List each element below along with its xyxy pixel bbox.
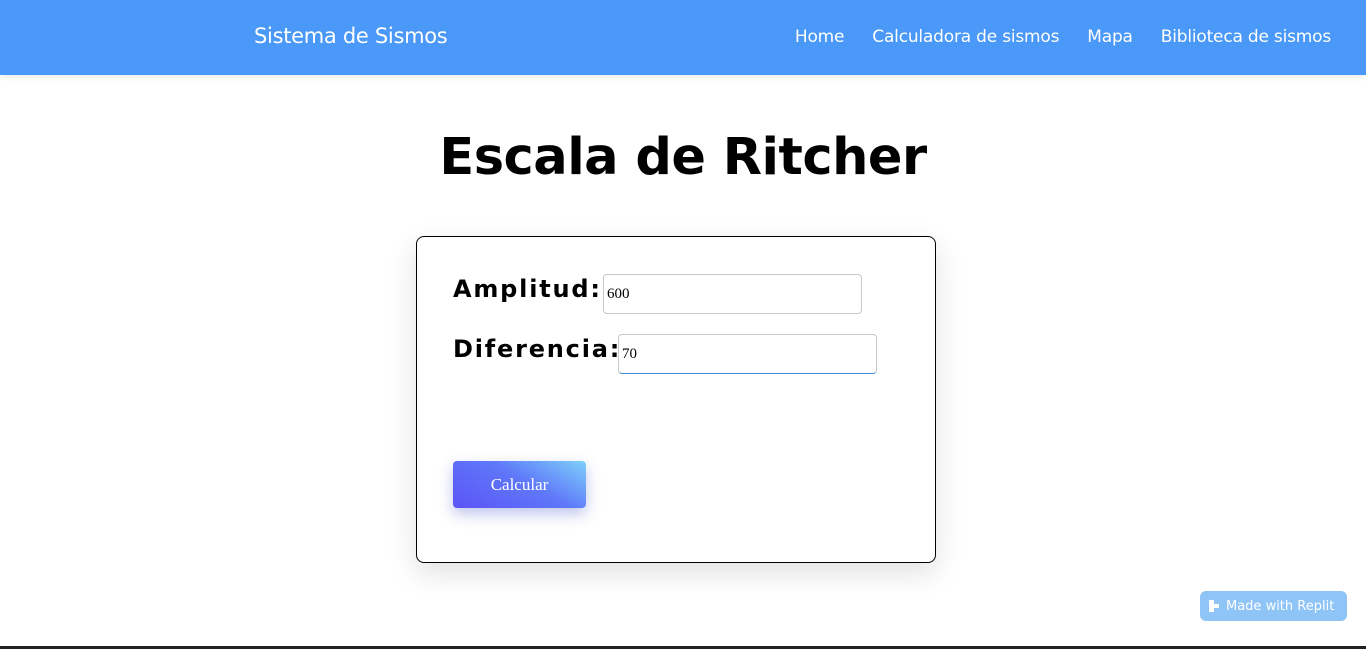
diferencia-label: Diferencia: <box>453 335 622 363</box>
amplitud-input[interactable] <box>603 274 862 314</box>
replit-icon <box>1209 600 1221 612</box>
nav-link-biblioteca[interactable]: Biblioteca de sismos <box>1161 27 1331 47</box>
nav-links: Home Calculadora de sismos Mapa Bibliote… <box>795 27 1331 47</box>
nav-link-mapa[interactable]: Mapa <box>1087 27 1133 47</box>
brand-title[interactable]: Sistema de Sismos <box>254 24 448 48</box>
calcular-button[interactable]: Calcular <box>453 461 586 508</box>
badge-label: Made with Replit <box>1226 598 1335 614</box>
amplitud-label: Amplitud: <box>453 275 602 303</box>
navbar: Sistema de Sismos Home Calculadora de si… <box>0 0 1366 75</box>
nav-link-calculadora[interactable]: Calculadora de sismos <box>872 27 1059 47</box>
made-with-replit-badge[interactable]: Made with Replit <box>1200 591 1347 621</box>
page-title: Escala de Ritcher <box>439 128 927 187</box>
nav-link-home[interactable]: Home <box>795 27 845 47</box>
diferencia-input[interactable] <box>618 334 877 374</box>
calculator-form: Amplitud: Diferencia: Calcular <box>416 236 936 563</box>
